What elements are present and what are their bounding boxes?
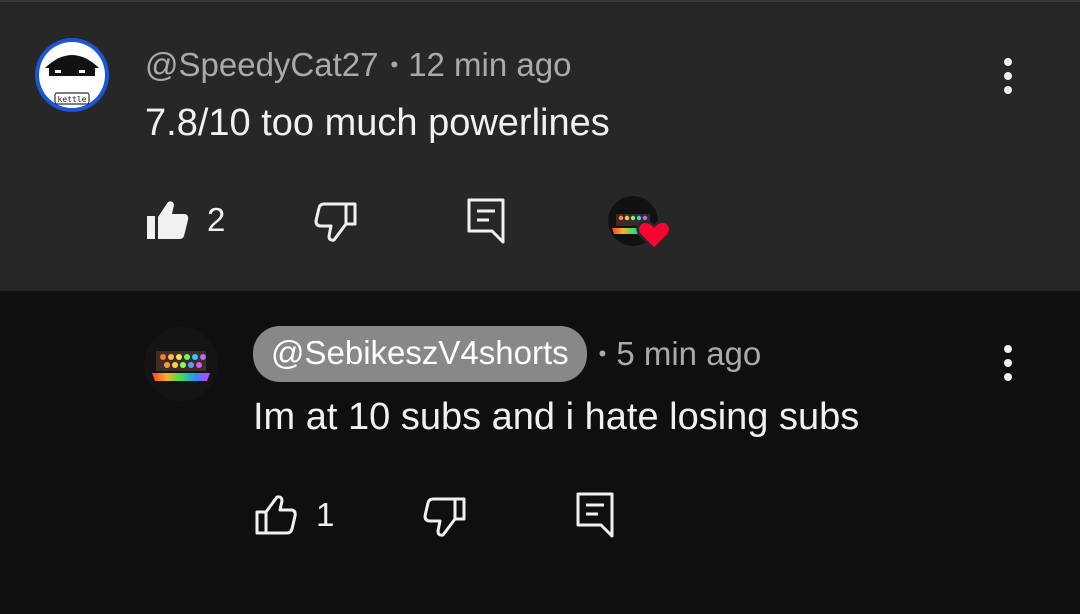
reply-icon <box>466 197 506 245</box>
comment-meta: @SebikeszV4shorts • 5 min ago <box>253 326 761 382</box>
comment-item: kettle @SpeedyCat27 • 12 min ago 7.8/10 … <box>0 2 1080 291</box>
heart-icon <box>636 218 672 252</box>
comment-text: Im at 10 subs and i hate losing subs <box>253 396 860 438</box>
like-button[interactable]: 2 <box>145 199 225 241</box>
thumb-up-outline-icon <box>254 494 298 536</box>
timestamp[interactable]: 5 min ago <box>616 335 761 373</box>
thumb-up-filled-icon <box>145 199 189 241</box>
author-name[interactable]: @SpeedyCat27 <box>145 46 378 84</box>
mention-link[interactable]: @SebikeszV4shorts <box>253 326 587 382</box>
more-vert-icon[interactable] <box>998 343 1018 383</box>
creator-heart[interactable] <box>608 196 672 251</box>
svg-text:kettle: kettle <box>58 95 87 104</box>
timestamp[interactable]: 12 min ago <box>408 46 571 84</box>
avatar[interactable] <box>144 327 218 401</box>
reply-item: @SebikeszV4shorts • 5 min ago Im at 10 s… <box>0 291 1080 614</box>
avatar[interactable]: kettle <box>35 38 109 112</box>
separator-dot: • <box>390 52 399 77</box>
comment-text: 7.8/10 too much powerlines <box>145 102 610 144</box>
thumb-down-icon <box>314 201 358 243</box>
like-count: 1 <box>316 496 335 533</box>
separator-dot: • <box>598 341 607 366</box>
dislike-button[interactable] <box>423 496 467 538</box>
reply-button[interactable] <box>575 491 615 539</box>
comment-meta: @SpeedyCat27 • 12 min ago <box>145 46 571 84</box>
reply-icon <box>575 491 615 539</box>
dislike-button[interactable] <box>314 201 358 243</box>
like-count: 2 <box>207 201 226 238</box>
thumb-down-icon <box>423 496 467 538</box>
reply-button[interactable] <box>466 197 506 245</box>
more-vert-icon[interactable] <box>998 56 1018 96</box>
like-button[interactable]: 1 <box>254 494 334 536</box>
